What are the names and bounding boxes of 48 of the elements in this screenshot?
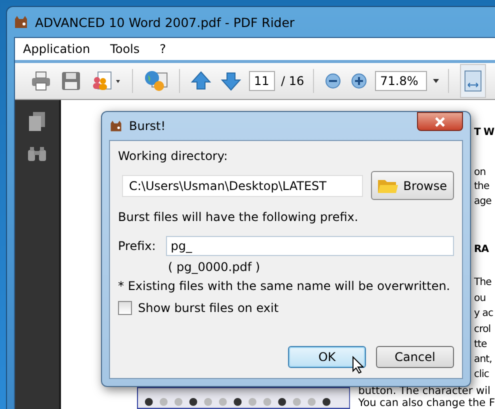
page-total: / 16 [281, 74, 304, 88]
fit-width-button[interactable] [460, 64, 486, 98]
zoom-out-button[interactable] [323, 71, 344, 91]
close-button[interactable] [417, 112, 463, 131]
document-text: T W [474, 126, 495, 139]
close-icon [434, 116, 446, 126]
window-title: ADVANCED 10 Word 2007.pdf - PDF Rider [35, 14, 295, 30]
directory-field[interactable]: C:\Users\Usman\Desktop\LATEST [122, 174, 364, 196]
zoom-field[interactable]: 71.8% [375, 71, 428, 91]
pages-icon[interactable] [29, 112, 45, 131]
cancel-button[interactable]: Cancel [376, 346, 454, 368]
example-filename: ( pg_0000.pdf ) [168, 260, 262, 274]
menu-item[interactable]: Tools [110, 42, 140, 56]
document-text: on [474, 166, 487, 179]
document-text: crol [474, 323, 492, 336]
document-text: ant, [474, 353, 493, 366]
document-text: clic [474, 368, 490, 381]
ok-button[interactable]: OK [288, 346, 366, 368]
prefix-field[interactable]: pg_ [166, 236, 454, 256]
document-text: age [474, 195, 492, 208]
folder-icon [378, 178, 398, 194]
zoom-in-button[interactable] [349, 71, 370, 91]
document-text: RA [474, 243, 490, 256]
page-number-field[interactable]: 11 [249, 71, 275, 91]
mouse-cursor-icon [352, 356, 364, 374]
checkbox-label: Show burst files on exit [138, 301, 279, 315]
prefix-label: Prefix: [118, 239, 156, 253]
browse-button[interactable]: Browse [371, 171, 454, 200]
document-text: y ac [474, 307, 494, 320]
warning-text: * Existing files with the same name will be overwritten. [118, 279, 452, 293]
checkbox[interactable] [118, 301, 132, 315]
menu-item[interactable]: ? [160, 42, 166, 56]
app-icon [109, 119, 123, 133]
dropdown-caret-icon[interactable] [433, 79, 440, 83]
document-text: The [474, 276, 492, 289]
dialog-title: Burst! [129, 119, 166, 133]
app-icon [13, 14, 29, 30]
binoculars-icon[interactable] [28, 147, 46, 161]
save-button[interactable] [59, 69, 83, 93]
prefix-info-text: Burst files will have the following prefix. [118, 210, 360, 224]
document-text: ou [474, 292, 487, 305]
globe-settings-button[interactable] [142, 68, 170, 94]
menu-item[interactable]: Application [23, 42, 90, 56]
document-text: tte [474, 338, 488, 351]
document-text: the [474, 180, 490, 193]
document-text: You can also change the F [358, 397, 495, 409]
directory-label: Working directory: [118, 149, 229, 163]
print-button[interactable] [29, 69, 53, 93]
